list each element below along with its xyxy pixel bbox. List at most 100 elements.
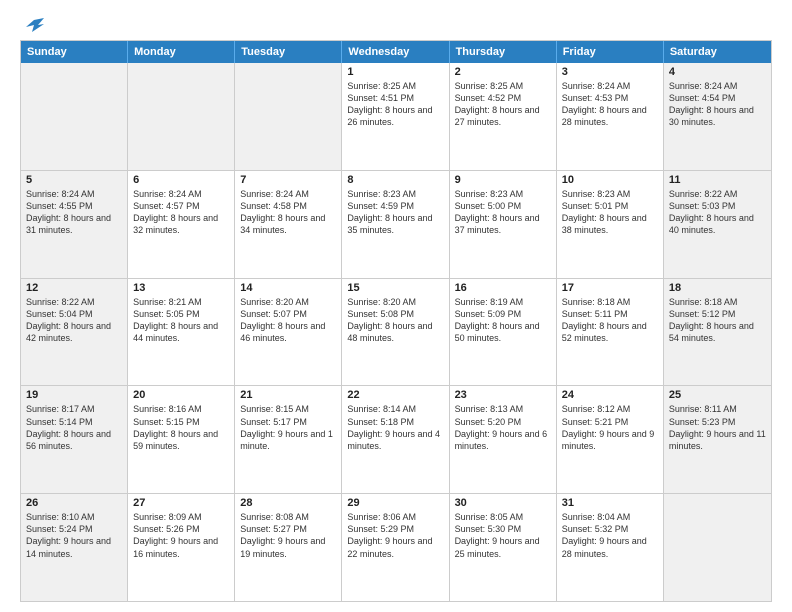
cal-cell: 1 Sunrise: 8:25 AM Sunset: 4:51 PM Daylig… [342, 63, 449, 170]
cal-cell: 21Sunrise: 8:15 AM Sunset: 5:17 PM Dayli… [235, 386, 342, 493]
cell-info: Sunrise: 8:21 AM Sunset: 5:05 PM Dayligh… [133, 296, 229, 345]
cal-cell: 7 Sunrise: 8:24 AM Sunset: 4:58 PM Daylig… [235, 171, 342, 278]
day-number: 13 [133, 282, 229, 294]
cell-info: Sunrise: 8:10 AM Sunset: 5:24 PM Dayligh… [26, 511, 122, 560]
day-number: 27 [133, 497, 229, 509]
cal-cell: 17 Sunrise: 8:18 AM Sunset: 5:11 PM Dayli… [557, 279, 664, 386]
day-number: 26 [26, 497, 122, 509]
cal-cell: 16Sunrise: 8:19 AM Sunset: 5:09 PM Dayli… [450, 279, 557, 386]
cell-info: Sunrise: 8:23 AM Sunset: 4:59 PM Dayligh… [347, 188, 443, 237]
day-number: 1 [347, 66, 443, 78]
cell-info: Sunrise: 8:22 AM Sunset: 5:04 PM Dayligh… [26, 296, 122, 345]
cal-cell: 18 Sunrise: 8:18 AM Sunset: 5:12 PM Dayli… [664, 279, 771, 386]
calendar-body: 1 Sunrise: 8:25 AM Sunset: 4:51 PM Daylig… [21, 63, 771, 601]
weekday-header-thursday: Thursday [450, 41, 557, 63]
cell-info: Sunrise: 8:08 AM Sunset: 5:27 PM Dayligh… [240, 511, 336, 560]
week-row-1: 1 Sunrise: 8:25 AM Sunset: 4:51 PM Daylig… [21, 63, 771, 171]
logo [20, 18, 44, 32]
cell-info: Sunrise: 8:18 AM Sunset: 5:11 PM Dayligh… [562, 296, 658, 345]
weekday-header-tuesday: Tuesday [235, 41, 342, 63]
day-number: 21 [240, 389, 336, 401]
cal-cell: 29 Sunrise: 8:06 AM Sunset: 5:29 PM Dayli… [342, 494, 449, 601]
week-row-5: 26 Sunrise: 8:10 AM Sunset: 5:24 PM Dayli… [21, 494, 771, 601]
cell-info: Sunrise: 8:04 AM Sunset: 5:32 PM Dayligh… [562, 511, 658, 560]
cell-info: Sunrise: 8:22 AM Sunset: 5:03 PM Dayligh… [669, 188, 766, 237]
calendar-header: SundayMondayTuesdayWednesdayThursdayFrid… [21, 41, 771, 63]
cal-cell: 2Sunrise: 8:25 AM Sunset: 4:52 PM Daylig… [450, 63, 557, 170]
cell-info: Sunrise: 8:14 AM Sunset: 5:18 PM Dayligh… [347, 403, 443, 452]
day-number: 19 [26, 389, 122, 401]
cell-info: Sunrise: 8:25 AM Sunset: 4:52 PM Dayligh… [455, 80, 551, 129]
cal-cell: 11Sunrise: 8:22 AM Sunset: 5:03 PM Dayli… [664, 171, 771, 278]
cal-cell: 20Sunrise: 8:16 AM Sunset: 5:15 PM Dayli… [128, 386, 235, 493]
day-number: 4 [669, 66, 766, 78]
cell-info: Sunrise: 8:24 AM Sunset: 4:57 PM Dayligh… [133, 188, 229, 237]
cal-cell: 10 Sunrise: 8:23 AM Sunset: 5:01 PM Dayli… [557, 171, 664, 278]
day-number: 7 [240, 174, 336, 186]
day-number: 5 [26, 174, 122, 186]
cal-cell: 23Sunrise: 8:13 AM Sunset: 5:20 PM Dayli… [450, 386, 557, 493]
cal-cell: 13 Sunrise: 8:21 AM Sunset: 5:05 PM Dayli… [128, 279, 235, 386]
weekday-header-sunday: Sunday [21, 41, 128, 63]
cell-info: Sunrise: 8:19 AM Sunset: 5:09 PM Dayligh… [455, 296, 551, 345]
day-number: 14 [240, 282, 336, 294]
day-number: 17 [562, 282, 658, 294]
day-number: 25 [669, 389, 766, 401]
cell-info: Sunrise: 8:18 AM Sunset: 5:12 PM Dayligh… [669, 296, 766, 345]
cell-info: Sunrise: 8:06 AM Sunset: 5:29 PM Dayligh… [347, 511, 443, 560]
day-number: 9 [455, 174, 551, 186]
cal-cell: 12 Sunrise: 8:22 AM Sunset: 5:04 PM Dayli… [21, 279, 128, 386]
cell-info: Sunrise: 8:09 AM Sunset: 5:26 PM Dayligh… [133, 511, 229, 560]
cell-info: Sunrise: 8:12 AM Sunset: 5:21 PM Dayligh… [562, 403, 658, 452]
cal-cell: 9 Sunrise: 8:23 AM Sunset: 5:00 PM Daylig… [450, 171, 557, 278]
cell-info: Sunrise: 8:24 AM Sunset: 4:54 PM Dayligh… [669, 80, 766, 129]
cell-info: Sunrise: 8:20 AM Sunset: 5:07 PM Dayligh… [240, 296, 336, 345]
week-row-2: 5 Sunrise: 8:24 AM Sunset: 4:55 PM Daylig… [21, 171, 771, 279]
page: SundayMondayTuesdayWednesdayThursdayFrid… [0, 0, 792, 612]
day-number: 30 [455, 497, 551, 509]
cal-cell: 22Sunrise: 8:14 AM Sunset: 5:18 PM Dayli… [342, 386, 449, 493]
cal-cell: 30Sunrise: 8:05 AM Sunset: 5:30 PM Dayli… [450, 494, 557, 601]
logo-bird-icon [24, 18, 44, 32]
cell-info: Sunrise: 8:25 AM Sunset: 4:51 PM Dayligh… [347, 80, 443, 129]
cal-cell [128, 63, 235, 170]
week-row-4: 19 Sunrise: 8:17 AM Sunset: 5:14 PM Dayli… [21, 386, 771, 494]
cal-cell: 14 Sunrise: 8:20 AM Sunset: 5:07 PM Dayli… [235, 279, 342, 386]
cell-info: Sunrise: 8:20 AM Sunset: 5:08 PM Dayligh… [347, 296, 443, 345]
cal-cell: 31Sunrise: 8:04 AM Sunset: 5:32 PM Dayli… [557, 494, 664, 601]
cal-cell: 15 Sunrise: 8:20 AM Sunset: 5:08 PM Dayli… [342, 279, 449, 386]
week-row-3: 12 Sunrise: 8:22 AM Sunset: 5:04 PM Dayli… [21, 279, 771, 387]
day-number: 6 [133, 174, 229, 186]
calendar: SundayMondayTuesdayWednesdayThursdayFrid… [20, 40, 772, 602]
day-number: 12 [26, 282, 122, 294]
cell-info: Sunrise: 8:24 AM Sunset: 4:55 PM Dayligh… [26, 188, 122, 237]
cal-cell: 3 Sunrise: 8:24 AM Sunset: 4:53 PM Daylig… [557, 63, 664, 170]
cell-info: Sunrise: 8:23 AM Sunset: 5:01 PM Dayligh… [562, 188, 658, 237]
day-number: 29 [347, 497, 443, 509]
day-number: 15 [347, 282, 443, 294]
cal-cell: 26 Sunrise: 8:10 AM Sunset: 5:24 PM Dayli… [21, 494, 128, 601]
weekday-header-monday: Monday [128, 41, 235, 63]
cal-cell: 27 Sunrise: 8:09 AM Sunset: 5:26 PM Dayli… [128, 494, 235, 601]
cell-info: Sunrise: 8:24 AM Sunset: 4:53 PM Dayligh… [562, 80, 658, 129]
cal-cell: 8 Sunrise: 8:23 AM Sunset: 4:59 PM Daylig… [342, 171, 449, 278]
cal-cell: 5 Sunrise: 8:24 AM Sunset: 4:55 PM Daylig… [21, 171, 128, 278]
cell-info: Sunrise: 8:17 AM Sunset: 5:14 PM Dayligh… [26, 403, 122, 452]
cal-cell: 25 Sunrise: 8:11 AM Sunset: 5:23 PM Dayli… [664, 386, 771, 493]
day-number: 3 [562, 66, 658, 78]
header [20, 18, 772, 32]
cal-cell [21, 63, 128, 170]
day-number: 8 [347, 174, 443, 186]
cell-info: Sunrise: 8:24 AM Sunset: 4:58 PM Dayligh… [240, 188, 336, 237]
cell-info: Sunrise: 8:23 AM Sunset: 5:00 PM Dayligh… [455, 188, 551, 237]
cal-cell: 6 Sunrise: 8:24 AM Sunset: 4:57 PM Daylig… [128, 171, 235, 278]
day-number: 18 [669, 282, 766, 294]
cal-cell: 24Sunrise: 8:12 AM Sunset: 5:21 PM Dayli… [557, 386, 664, 493]
day-number: 10 [562, 174, 658, 186]
cal-cell: 4 Sunrise: 8:24 AM Sunset: 4:54 PM Daylig… [664, 63, 771, 170]
cal-cell: 28 Sunrise: 8:08 AM Sunset: 5:27 PM Dayli… [235, 494, 342, 601]
cell-info: Sunrise: 8:16 AM Sunset: 5:15 PM Dayligh… [133, 403, 229, 452]
day-number: 28 [240, 497, 336, 509]
cell-info: Sunrise: 8:11 AM Sunset: 5:23 PM Dayligh… [669, 403, 766, 452]
weekday-header-wednesday: Wednesday [342, 41, 449, 63]
